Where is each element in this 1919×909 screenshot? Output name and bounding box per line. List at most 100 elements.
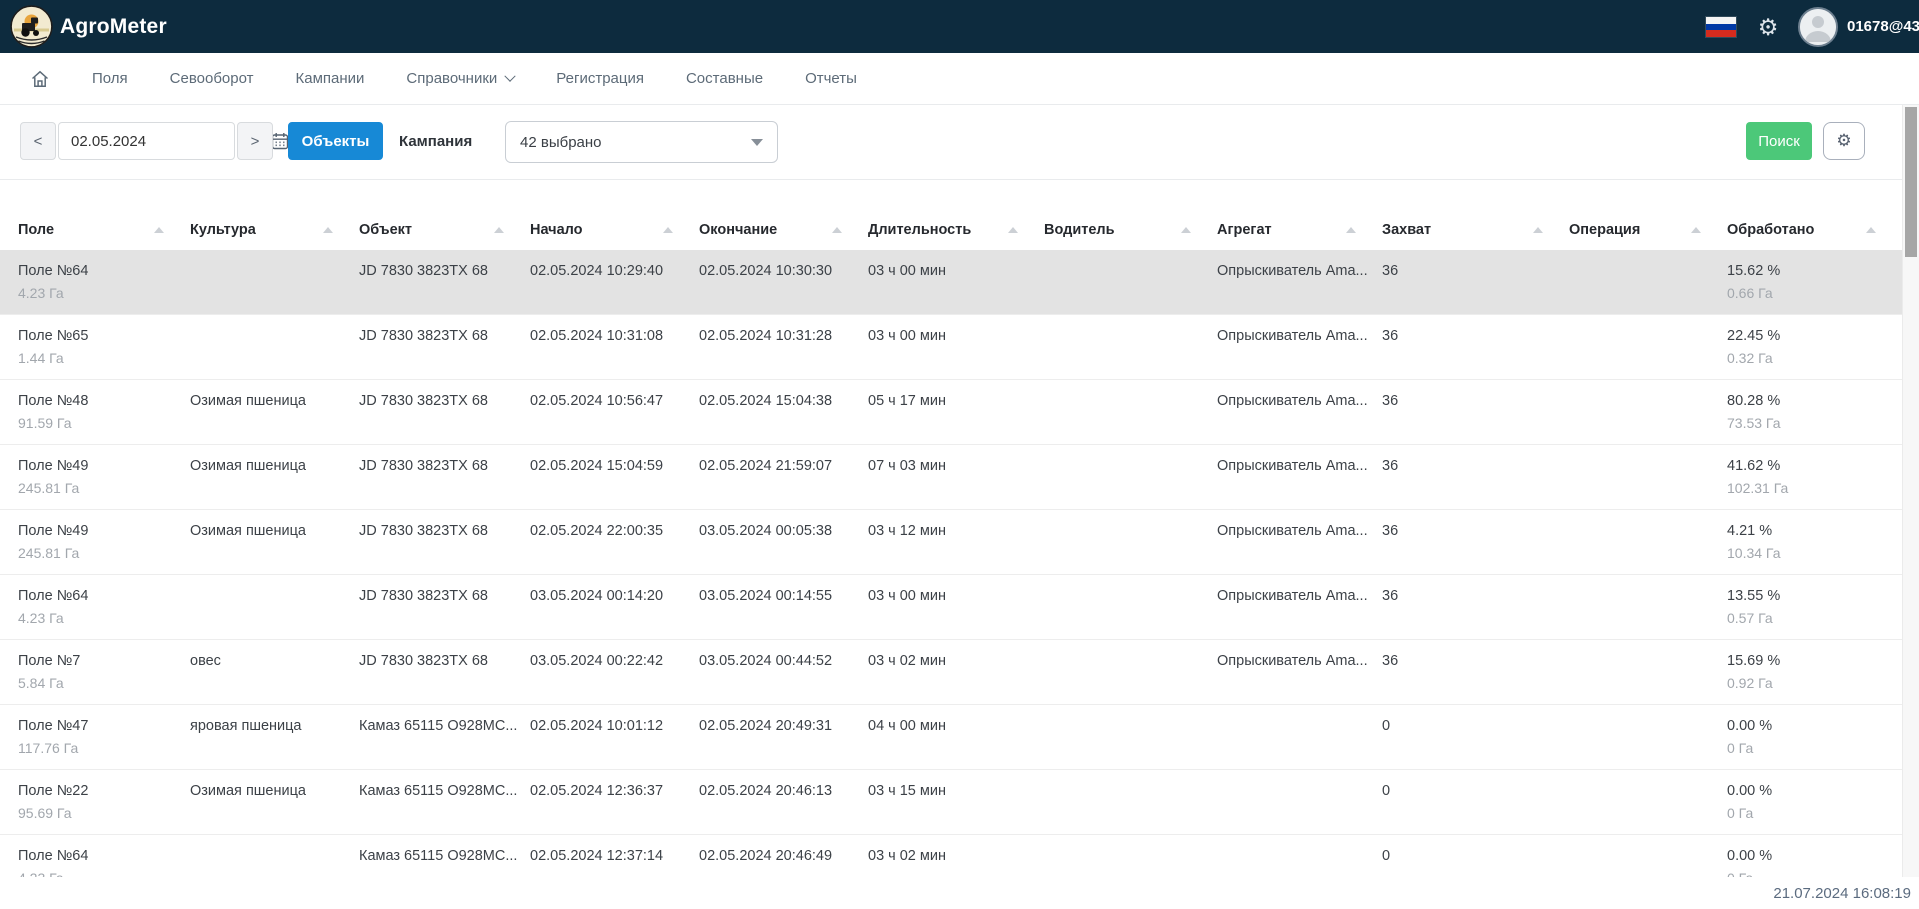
cell-start: 02.05.2024 22:00:35 (530, 510, 699, 574)
table-row[interactable]: Поле №49 245.81 Га Озимая пшеница JD 783… (0, 445, 1902, 510)
cell-processed: 0.00 % 0 Га (1727, 770, 1902, 834)
cell-width: 36 (1382, 445, 1569, 509)
cell-processed: 0.00 % 0 Га (1727, 705, 1902, 769)
cell-driver (1044, 705, 1217, 769)
column-header[interactable]: Культура (190, 210, 359, 250)
table-row[interactable]: Поле №7 5.84 Га овес JD 7830 3823TX 68 0… (0, 640, 1902, 705)
cell-width: 36 (1382, 640, 1569, 704)
objects-selected-dropdown[interactable]: 42 выбрано (505, 121, 778, 163)
nav-item-регистрация[interactable]: Регистрация (556, 70, 644, 87)
sort-asc-icon[interactable] (1691, 227, 1701, 233)
column-header[interactable]: Агрегат (1217, 210, 1382, 250)
column-header[interactable]: Захват (1382, 210, 1569, 250)
nav-item-отчеты[interactable]: Отчеты (805, 70, 857, 87)
field-area: 117.76 Га (18, 740, 190, 756)
table-row[interactable]: Поле №64 4.23 Га JD 7830 3823TX 68 03.05… (0, 575, 1902, 640)
cell-width: 36 (1382, 575, 1569, 639)
main-nav: Поля Севооборот Кампании Справочники Регистр… (0, 53, 1919, 105)
calendar-icon[interactable] (270, 131, 290, 151)
cell-culture (190, 575, 359, 639)
cell-operation (1569, 445, 1727, 509)
table-row[interactable]: Поле №65 1.44 Га JD 7830 3823TX 68 02.05… (0, 315, 1902, 380)
processed-percent: 0.00 % (1727, 718, 1902, 734)
last-update-timestamp: 21.07.2024 16:08:19 (1773, 885, 1911, 902)
column-header[interactable]: Обработано (1727, 210, 1902, 250)
scrollbar-thumb[interactable] (1905, 107, 1917, 257)
nav-item-поля[interactable]: Поля (92, 70, 128, 87)
cell-object: JD 7830 3823TX 68 (359, 575, 530, 639)
cell-unit (1217, 705, 1382, 769)
sort-asc-icon[interactable] (494, 227, 504, 233)
cell-culture: Озимая пшеница (190, 770, 359, 834)
nav-item-севооборот[interactable]: Севооборот (170, 70, 254, 87)
cell-object: Камаз 65115 О928МС... (359, 705, 530, 769)
processed-percent: 41.62 % (1727, 458, 1902, 474)
cell-end: 02.05.2024 20:49:31 (699, 705, 868, 769)
cell-start: 02.05.2024 10:31:08 (530, 315, 699, 379)
processed-percent: 15.62 % (1727, 263, 1902, 279)
cell-operation (1569, 770, 1727, 834)
nav-item-справочники[interactable]: Справочники (406, 70, 514, 87)
field-name: Поле №47 (18, 718, 190, 734)
cell-end: 03.05.2024 00:05:38 (699, 510, 868, 574)
sort-asc-icon[interactable] (1866, 227, 1876, 233)
cell-culture: Озимая пшеница (190, 510, 359, 574)
column-header[interactable]: Объект (359, 210, 530, 250)
cell-object: JD 7830 3823TX 68 (359, 315, 530, 379)
column-header[interactable]: Окончание (699, 210, 868, 250)
field-area: 4.23 Га (18, 285, 190, 301)
settings-gear-icon[interactable]: ⚙ (1754, 13, 1782, 41)
app-title: AgroMeter (60, 0, 167, 53)
cell-object: Камаз 65115 О928МС... (359, 770, 530, 834)
home-icon[interactable] (30, 69, 50, 89)
cell-start: 02.05.2024 10:56:47 (530, 380, 699, 444)
sort-asc-icon[interactable] (1008, 227, 1018, 233)
cell-unit: Опрыскиватель Ama... (1217, 640, 1382, 704)
cell-processed: 41.62 % 102.31 Га (1727, 445, 1902, 509)
table-settings-button[interactable]: ⚙ (1823, 122, 1865, 160)
nav-item-составные[interactable]: Составные (686, 70, 763, 87)
sort-asc-icon[interactable] (154, 227, 164, 233)
cell-operation (1569, 575, 1727, 639)
sort-asc-icon[interactable] (1346, 227, 1356, 233)
date-next-button[interactable]: > (237, 122, 273, 160)
user-id[interactable]: 01678@43 (1847, 0, 1919, 53)
table-row[interactable]: Поле №47 117.76 Га яровая пшеница Камаз … (0, 705, 1902, 770)
column-header[interactable]: Начало (530, 210, 699, 250)
processed-area: 10.34 Га (1727, 545, 1902, 561)
field-area: 95.69 Га (18, 805, 190, 821)
processed-area: 0.57 Га (1727, 610, 1902, 626)
sort-asc-icon[interactable] (663, 227, 673, 233)
avatar[interactable] (1798, 7, 1838, 47)
date-prev-button[interactable]: < (20, 122, 56, 160)
cell-duration: 03 ч 12 мин (868, 510, 1044, 574)
table-row[interactable]: Поле №64 4.23 Га JD 7830 3823TX 68 02.05… (0, 250, 1902, 315)
cell-start: 02.05.2024 15:04:59 (530, 445, 699, 509)
field-name: Поле №64 (18, 848, 190, 864)
column-header[interactable]: Длительность (868, 210, 1044, 250)
cell-culture: яровая пшеница (190, 705, 359, 769)
column-header[interactable]: Водитель (1044, 210, 1217, 250)
table-row[interactable]: Поле №48 91.59 Га Озимая пшеница JD 7830… (0, 380, 1902, 445)
sort-asc-icon[interactable] (832, 227, 842, 233)
cell-processed: 4.21 % 10.34 Га (1727, 510, 1902, 574)
campaign-toggle-button[interactable]: Кампания (399, 122, 472, 160)
cell-end: 02.05.2024 15:04:38 (699, 380, 868, 444)
cell-driver (1044, 250, 1217, 314)
nav-item-кампании[interactable]: Кампании (296, 70, 365, 87)
table-row[interactable]: Поле №49 245.81 Га Озимая пшеница JD 783… (0, 510, 1902, 575)
sort-asc-icon[interactable] (1533, 227, 1543, 233)
field-area: 245.81 Га (18, 480, 190, 496)
column-header[interactable]: Операция (1569, 210, 1727, 250)
search-button[interactable]: Поиск (1746, 122, 1812, 160)
processed-area: 73.53 Га (1727, 415, 1902, 431)
table-row[interactable]: Поле №22 95.69 Га Озимая пшеница Камаз 6… (0, 770, 1902, 835)
objects-toggle-button[interactable]: Объекты (288, 122, 383, 160)
field-name: Поле №64 (18, 263, 190, 279)
language-flag-ru-icon[interactable] (1706, 17, 1736, 37)
vertical-scrollbar[interactable] (1902, 105, 1919, 877)
filter-bar: < > Объекты Кампания 42 выбрано Поиск ⚙ (0, 105, 1919, 180)
sort-asc-icon[interactable] (323, 227, 333, 233)
column-header[interactable]: Поле (18, 210, 190, 250)
sort-asc-icon[interactable] (1181, 227, 1191, 233)
